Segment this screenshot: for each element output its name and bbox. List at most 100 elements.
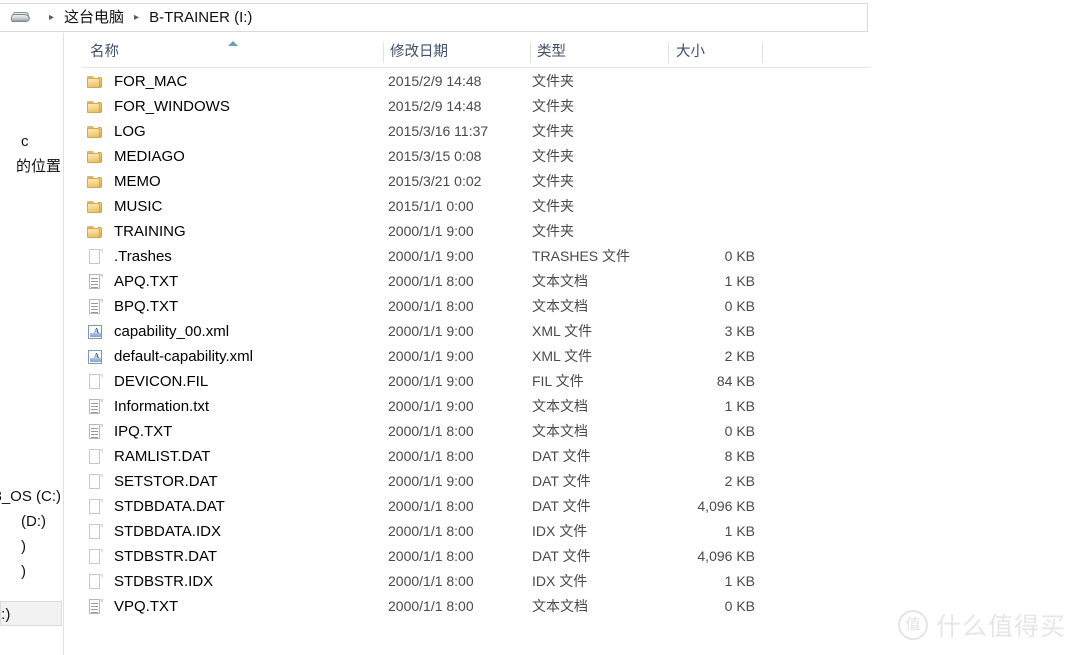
nav-item[interactable]: (D:) bbox=[21, 509, 62, 534]
file-size-cell: 8 KB bbox=[724, 448, 755, 464]
file-date-cell: 2000/1/1 8:00 bbox=[388, 598, 474, 614]
text-document-icon bbox=[87, 398, 104, 415]
file-name-cell[interactable]: Adefault-capability.xml bbox=[87, 344, 253, 369]
file-size-cell bbox=[602, 119, 755, 144]
navigation-pane[interactable]: c 的位置 8_OS (C:) (D:))) R (I:) bbox=[0, 33, 64, 655]
nav-item-label: R (I:) bbox=[0, 606, 11, 623]
file-row[interactable]: FOR_WINDOWS 2015/2/9 14:48 文件夹 bbox=[82, 94, 870, 119]
file-name-cell[interactable]: TRAINING bbox=[87, 219, 186, 244]
file-row[interactable]: APQ.TXT 2000/1/1 8:00 文本文档 1 KB bbox=[82, 269, 870, 294]
file-row[interactable]: STDBSTR.DAT 2000/1/1 8:00 DAT 文件 4,096 KB bbox=[82, 544, 870, 569]
file-name-label: DEVICON.FIL bbox=[114, 373, 209, 390]
file-name-cell[interactable]: FOR_MAC bbox=[87, 69, 187, 94]
file-row[interactable]: MUSIC 2015/1/1 0:00 文件夹 bbox=[82, 194, 870, 219]
nav-item[interactable]: ) bbox=[21, 534, 62, 559]
file-row[interactable]: MEDIAGO 2015/3/15 0:08 文件夹 bbox=[82, 144, 870, 169]
file-size-cell bbox=[602, 194, 755, 219]
file-date-cell: 2000/1/1 9:00 bbox=[388, 223, 474, 239]
column-resize-handle-1[interactable] bbox=[530, 42, 531, 63]
file-name-cell[interactable]: STDBSTR.DAT bbox=[87, 544, 217, 569]
file-name-cell[interactable]: Acapability_00.xml bbox=[87, 319, 229, 344]
breadcrumb-item-this-pc[interactable]: 这台电脑 bbox=[63, 3, 125, 32]
file-row[interactable]: VPQ.TXT 2000/1/1 8:00 文本文档 0 KB bbox=[82, 594, 870, 619]
nav-item-selected[interactable]: R (I:) bbox=[0, 601, 62, 626]
file-size-cell: 0 KB bbox=[724, 248, 755, 264]
file-row[interactable]: MEMO 2015/3/21 0:02 文件夹 bbox=[82, 169, 870, 194]
breadcrumb[interactable]: ▸ 这台电脑 ▸ B-TRAINER (I:) bbox=[0, 4, 253, 31]
file-name-cell[interactable]: LOG bbox=[87, 119, 146, 144]
file-name-cell[interactable]: .Trashes bbox=[87, 244, 172, 269]
nav-item[interactable]: 8_OS (C:) bbox=[0, 484, 62, 509]
file-name-cell[interactable]: APQ.TXT bbox=[87, 269, 178, 294]
nav-item-label: (D:) bbox=[21, 513, 46, 530]
nav-item[interactable]: 的位置 bbox=[16, 154, 62, 179]
file-name-label: STDBSTR.IDX bbox=[114, 573, 214, 590]
breadcrumb-item-drive[interactable]: B-TRAINER (I:) bbox=[148, 3, 253, 32]
breadcrumb-separator-0[interactable]: ▸ bbox=[40, 3, 63, 32]
file-name-cell[interactable]: MUSIC bbox=[87, 194, 162, 219]
file-row[interactable]: .Trashes 2000/1/1 9:00 TRASHES 文件 0 KB bbox=[82, 244, 870, 269]
file-name-cell[interactable]: DEVICON.FIL bbox=[87, 369, 208, 394]
column-header-3[interactable]: 大小 bbox=[676, 38, 705, 67]
file-size-cell bbox=[602, 94, 755, 119]
nav-item[interactable]: c bbox=[21, 129, 62, 154]
file-date-cell: 2000/1/1 8:00 bbox=[388, 548, 474, 564]
file-name-cell[interactable]: STDBDATA.IDX bbox=[87, 519, 221, 544]
file-name-cell[interactable]: MEMO bbox=[87, 169, 161, 194]
drive-icon bbox=[10, 10, 32, 26]
file-row[interactable]: STDBSTR.IDX 2000/1/1 8:00 IDX 文件 1 KB bbox=[82, 569, 870, 594]
file-date-cell: 2000/1/1 9:00 bbox=[388, 373, 474, 389]
file-name-label: .Trashes bbox=[114, 248, 172, 265]
file-size-cell: 0 KB bbox=[724, 423, 755, 439]
column-header-2[interactable]: 类型 bbox=[537, 38, 566, 67]
file-name-cell[interactable]: RAMLIST.DAT bbox=[87, 444, 210, 469]
column-header-1[interactable]: 修改日期 bbox=[390, 38, 448, 67]
file-row[interactable]: DEVICON.FIL 2000/1/1 9:00 FIL 文件 84 KB bbox=[82, 369, 870, 394]
file-row[interactable]: BPQ.TXT 2000/1/1 8:00 文本文档 0 KB bbox=[82, 294, 870, 319]
file-type-cell: FIL 文件 bbox=[532, 373, 584, 389]
file-name-cell[interactable]: SETSTOR.DAT bbox=[87, 469, 218, 494]
file-name-cell[interactable]: MEDIAGO bbox=[87, 144, 185, 169]
file-name-label: MEMO bbox=[114, 173, 161, 190]
file-row[interactable]: LOG 2015/3/16 11:37 文件夹 bbox=[82, 119, 870, 144]
breadcrumb-separator-1[interactable]: ▸ bbox=[125, 3, 148, 32]
file-date-cell: 2015/2/9 14:48 bbox=[388, 98, 482, 114]
file-name-cell[interactable]: IPQ.TXT bbox=[87, 419, 172, 444]
file-list[interactable]: FOR_MAC 2015/2/9 14:48 文件夹 FOR_WINDOWS 2015/… bbox=[82, 69, 870, 619]
folder-icon bbox=[87, 224, 104, 240]
column-resize-handle-3[interactable] bbox=[762, 42, 763, 63]
nav-item[interactable]: ) bbox=[21, 559, 62, 584]
file-row[interactable]: FOR_MAC 2015/2/9 14:48 文件夹 bbox=[82, 69, 870, 94]
file-size-cell: 84 KB bbox=[716, 373, 755, 389]
file-type-cell: 文本文档 bbox=[532, 423, 588, 439]
file-type-cell: 文件夹 bbox=[532, 223, 574, 239]
file-row[interactable]: RAMLIST.DAT 2000/1/1 8:00 DAT 文件 8 KB bbox=[82, 444, 870, 469]
file-type-cell: 文件夹 bbox=[532, 98, 574, 114]
file-name-cell[interactable]: BPQ.TXT bbox=[87, 294, 178, 319]
file-name-label: RAMLIST.DAT bbox=[114, 448, 211, 465]
file-name-cell[interactable]: STDBDATA.DAT bbox=[87, 494, 225, 519]
file-row[interactable]: Information.txt 2000/1/1 9:00 文本文档 1 KB bbox=[82, 394, 870, 419]
file-type-cell: 文本文档 bbox=[532, 598, 588, 614]
file-row[interactable]: STDBDATA.IDX 2000/1/1 8:00 IDX 文件 1 KB bbox=[82, 519, 870, 544]
column-resize-handle-2[interactable] bbox=[668, 42, 669, 63]
file-name-cell[interactable]: FOR_WINDOWS bbox=[87, 94, 230, 119]
file-row[interactable]: IPQ.TXT 2000/1/1 8:00 文本文档 0 KB bbox=[82, 419, 870, 444]
address-bar[interactable]: ▸ 这台电脑 ▸ B-TRAINER (I:) bbox=[0, 3, 868, 32]
file-name-cell[interactable]: Information.txt bbox=[87, 394, 209, 419]
column-header-row[interactable]: 名称 修改日期 类型 大小 bbox=[82, 38, 870, 68]
column-resize-handle-0[interactable] bbox=[383, 42, 384, 63]
file-name-label: IPQ.TXT bbox=[114, 423, 173, 440]
file-name-cell[interactable]: VPQ.TXT bbox=[87, 594, 178, 619]
file-type-cell: 文件夹 bbox=[532, 173, 574, 189]
file-type-cell: XML 文件 bbox=[532, 323, 593, 339]
column-header-0[interactable]: 名称 bbox=[90, 38, 119, 67]
file-row[interactable]: Acapability_00.xml 2000/1/1 9:00 XML 文件 3 K… bbox=[82, 319, 870, 344]
generic-file-icon bbox=[87, 373, 104, 390]
file-row[interactable]: STDBDATA.DAT 2000/1/1 8:00 DAT 文件 4,096 KB bbox=[82, 494, 870, 519]
file-row[interactable]: TRAINING 2000/1/1 9:00 文件夹 bbox=[82, 219, 870, 244]
nav-item-label: 8_OS (C:) bbox=[0, 488, 61, 505]
file-name-cell[interactable]: STDBSTR.IDX bbox=[87, 569, 213, 594]
file-row[interactable]: Adefault-capability.xml 2000/1/1 9:00 XML … bbox=[82, 344, 870, 369]
file-row[interactable]: SETSTOR.DAT 2000/1/1 9:00 DAT 文件 2 KB bbox=[82, 469, 870, 494]
